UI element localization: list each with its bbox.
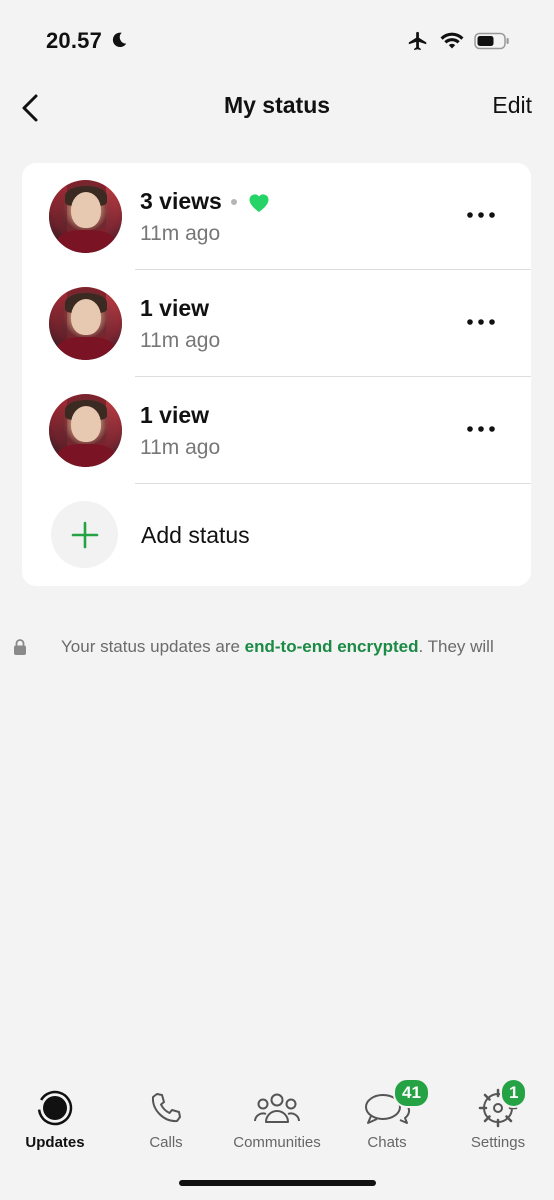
settings-badge: 1 xyxy=(500,1078,528,1108)
heart-icon xyxy=(249,193,269,212)
tab-calls[interactable]: Calls xyxy=(111,1088,221,1158)
status-row[interactable]: 1 view 11m ago xyxy=(22,377,531,484)
status-row[interactable]: 1 view 11m ago xyxy=(22,270,531,377)
chat-bubbles-icon: 41 xyxy=(363,1078,430,1128)
ellipsis-icon xyxy=(467,426,495,432)
view-count-label: 3 views xyxy=(140,188,222,214)
encryption-text: Your status updates are end-to-end encry… xyxy=(61,637,494,657)
updates-icon xyxy=(35,1088,75,1128)
airplane-icon xyxy=(408,31,427,51)
status-time: 11m ago xyxy=(140,329,221,352)
tab-label: Communities xyxy=(233,1134,321,1151)
clock: 20.57 xyxy=(46,28,103,53)
tab-label: Settings xyxy=(470,1134,526,1151)
encryption-link[interactable]: end-to-end encrypted xyxy=(245,637,419,656)
separator-dot xyxy=(230,198,237,205)
status-bar: 20.57 xyxy=(0,0,554,80)
tab-communities[interactable]: Communities xyxy=(222,1088,332,1158)
status-row[interactable]: 3 views 11m ago xyxy=(22,163,531,270)
add-status-label: Add status xyxy=(141,522,250,548)
add-status-circle xyxy=(51,501,118,568)
lock-icon xyxy=(14,639,26,655)
more-options-button[interactable] xyxy=(461,310,501,334)
tab-chats[interactable]: 41 Chats xyxy=(332,1078,442,1158)
status-thumbnail xyxy=(49,287,122,360)
status-thumbnail xyxy=(49,180,122,253)
home-indicator xyxy=(179,1180,376,1186)
page-title: My status xyxy=(223,92,331,118)
nav-header: My status Edit xyxy=(0,80,554,136)
phone-icon xyxy=(149,1088,183,1128)
encryption-suffix: . They will xyxy=(418,637,494,656)
view-count: 3 views xyxy=(140,188,271,215)
wifi-icon xyxy=(440,32,464,49)
battery-icon xyxy=(474,32,509,50)
view-count-label: 1 view xyxy=(140,295,210,321)
view-count: 1 view xyxy=(140,402,209,429)
tab-label: Calls xyxy=(149,1134,183,1151)
ellipsis-icon xyxy=(467,319,495,325)
tab-settings[interactable]: 1 Settings xyxy=(443,1078,553,1158)
tab-label: Chats xyxy=(367,1134,407,1151)
ellipsis-icon xyxy=(467,212,495,218)
view-count: 1 view xyxy=(140,295,209,322)
add-status-button[interactable]: Add status xyxy=(22,484,531,586)
tab-label: Updates xyxy=(25,1134,85,1151)
encryption-notice: Your status updates are end-to-end encry… xyxy=(0,636,554,660)
system-icons xyxy=(406,30,510,52)
edit-button[interactable]: Edit xyxy=(492,92,532,119)
moon-icon xyxy=(112,32,127,48)
more-options-button[interactable] xyxy=(461,203,501,227)
status-list-card: 3 views 11m ago 1 view 11m ago 1 view 11… xyxy=(22,163,531,586)
view-count-label: 1 view xyxy=(140,402,210,428)
status-thumbnail xyxy=(49,394,122,467)
communities-icon xyxy=(253,1088,301,1128)
status-time: 11m ago xyxy=(140,436,221,459)
gear-icon: 1 xyxy=(478,1078,528,1128)
plus-icon xyxy=(71,521,98,548)
chats-badge: 41 xyxy=(393,1078,430,1108)
tab-updates[interactable]: Updates xyxy=(0,1088,110,1158)
encryption-prefix: Your status updates are xyxy=(61,637,245,656)
status-time: 11m ago xyxy=(140,222,221,245)
more-options-button[interactable] xyxy=(461,417,501,441)
